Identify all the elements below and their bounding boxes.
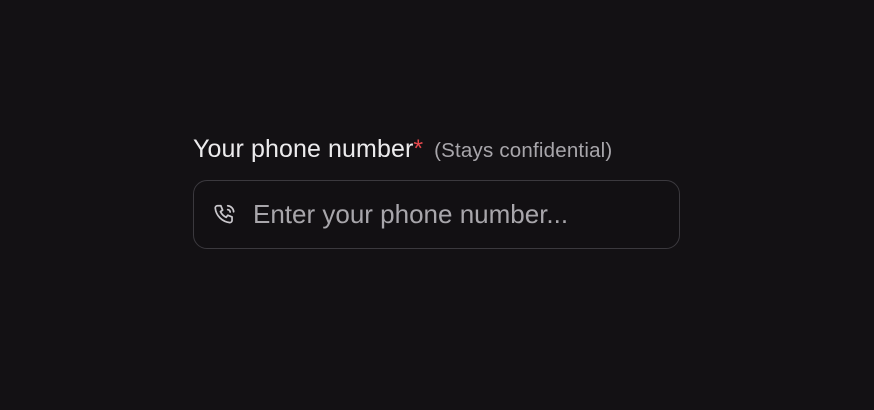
phone-input-container[interactable] [193,180,680,249]
required-indicator: * [413,135,424,163]
field-label-row: Your phone number * (Stays confidential) [193,133,682,165]
field-label: Your phone number [193,135,414,163]
field-hint: (Stays confidential) [434,139,613,162]
phone-input[interactable] [253,181,667,248]
phone-number-field: Your phone number * (Stays confidential) [193,133,682,249]
phone-icon [212,202,238,228]
